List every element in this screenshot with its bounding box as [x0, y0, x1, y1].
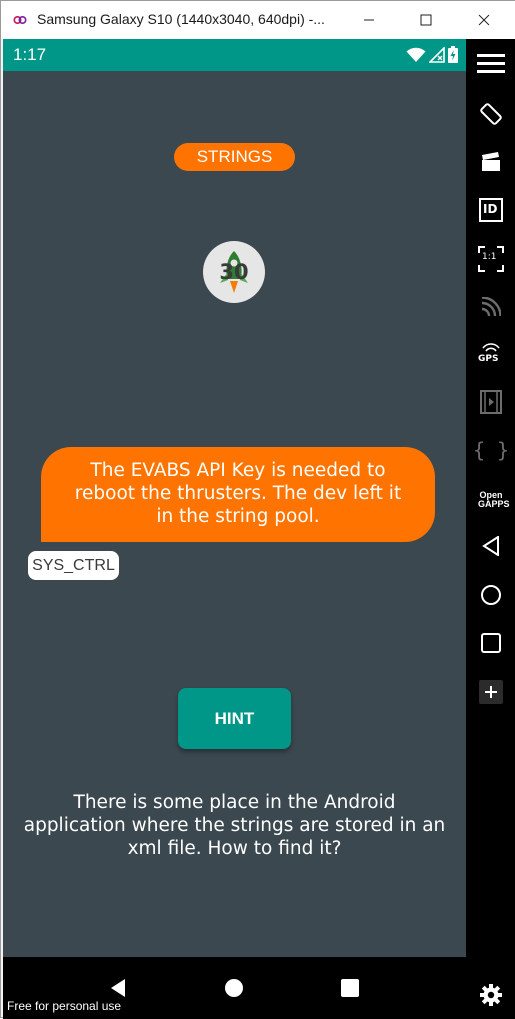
maximize-button[interactable] [403, 1, 449, 39]
menu-icon [477, 54, 505, 73]
toolbar-rotate-button[interactable] [466, 94, 515, 134]
nav-home-button[interactable] [219, 973, 249, 1003]
toolbar-expand-button[interactable] [466, 672, 515, 712]
emulator-toolbar: ID 1:1 GPS { } Open GAPPS [466, 39, 515, 1019]
pixel-perfect-label: 1:1 [482, 252, 497, 262]
challenge-bubble: The EVABS API Key is needed to reboot th… [41, 447, 435, 542]
signal-icon [429, 46, 445, 63]
media-icon [480, 390, 502, 414]
rotate-icon [480, 103, 502, 125]
nav-recents-button[interactable] [335, 973, 365, 1003]
code-braces-icon: { } [472, 438, 510, 462]
toolbar-device-id-button[interactable]: ID [466, 190, 515, 230]
title-bar: Samsung Galaxy S10 (1440x3040, 640dpi) -… [1, 1, 515, 39]
back-icon [482, 536, 499, 556]
status-icons [406, 46, 458, 63]
wifi-icon [406, 47, 426, 62]
app-logo-icon [13, 15, 27, 25]
clapper-icon [482, 152, 500, 171]
home-icon [481, 585, 501, 605]
toolbar-home-button[interactable] [466, 575, 515, 615]
home-circle-icon [225, 979, 243, 997]
toolbar-open-gapps-button[interactable]: Open GAPPS [466, 480, 515, 520]
recents-square-icon [341, 979, 359, 997]
gps-label: GPS [478, 354, 499, 364]
gear-icon [480, 984, 502, 1006]
gps-icon [482, 343, 500, 352]
sender-tag: SYS_CTRL [28, 551, 119, 580]
toolbar-pixel-perfect-button[interactable]: 1:1 [466, 239, 515, 279]
plus-icon [479, 680, 503, 704]
status-bar: 1:17 [3, 39, 466, 71]
recents-icon [481, 633, 501, 653]
minimize-button[interactable] [346, 1, 392, 39]
maximize-icon [420, 14, 432, 26]
cast-icon [481, 297, 501, 317]
id-label: ID [483, 202, 498, 216]
window-title: Samsung Galaxy S10 (1440x3040, 640dpi) -… [37, 11, 325, 27]
back-triangle-icon [111, 979, 125, 997]
toolbar-gps-button[interactable]: GPS [466, 335, 515, 375]
open-gapps-icon: Open GAPPS [478, 490, 510, 509]
toolbar-settings-button[interactable] [466, 975, 515, 1015]
toolbar-menu-button[interactable] [466, 44, 515, 84]
emulator-window: Samsung Galaxy S10 (1440x3040, 640dpi) -… [0, 0, 515, 1019]
close-button[interactable] [461, 1, 507, 39]
badge-number: 30 [219, 260, 249, 284]
category-pill: STRINGS [174, 143, 295, 171]
phone-screen: 1:17 STRINGS 30 The EVABS API Key is nee… [3, 39, 466, 1019]
battery-icon [448, 46, 458, 63]
toolbar-recents-button[interactable] [466, 623, 515, 663]
status-time: 1:17 [13, 45, 47, 64]
level-badge: 30 [203, 241, 265, 303]
hint-text: There is some place in the Android appli… [23, 792, 446, 859]
watermark-text: Free for personal use [7, 999, 122, 1013]
toolbar-screen-record-button[interactable] [466, 142, 515, 182]
hint-button[interactable]: HINT [178, 688, 291, 749]
toolbar-code-button[interactable]: { } [466, 430, 515, 470]
toolbar-cast-button[interactable] [466, 287, 515, 327]
close-icon [478, 14, 490, 26]
toolbar-media-button[interactable] [466, 382, 515, 422]
toolbar-back-button[interactable] [466, 526, 515, 566]
minimize-icon [364, 19, 374, 21]
